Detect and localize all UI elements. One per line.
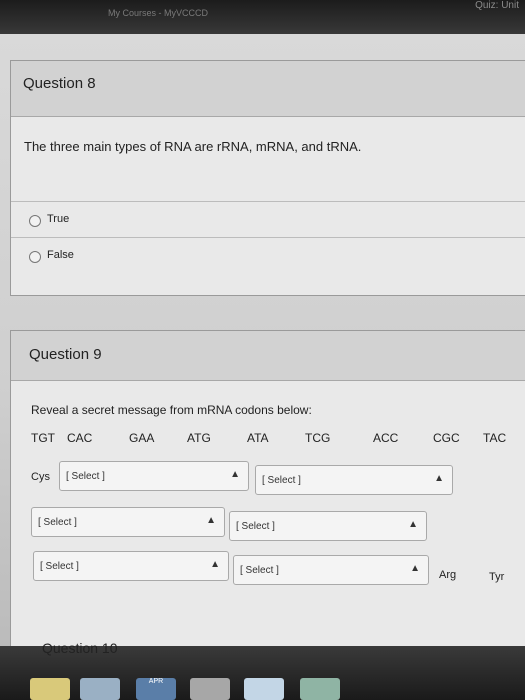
question-10-title: Question 10 [42,640,118,656]
question-8-card: Question 8 The three main types of RNA a… [10,60,525,296]
updown-chevron-icon: ▲︎ [434,473,444,484]
app-icon[interactable] [190,678,230,700]
updown-chevron-icon: ▲︎ [206,515,216,526]
question-9-prompt: Reveal a secret message from mRNA codons… [31,403,312,417]
label-cys: Cys [31,471,50,483]
codon: ATA [247,431,269,445]
app-icon[interactable] [244,678,284,700]
select-dropdown[interactable]: [ Select ] ▲︎ [31,507,225,537]
codon: TCG [305,431,331,445]
codon: ATG [187,431,211,445]
select-placeholder: [ Select ] [236,521,275,532]
question-8-title: Question 8 [11,61,525,117]
app-icon[interactable] [300,678,340,700]
codon: GAA [129,431,155,445]
select-placeholder: [ Select ] [66,471,105,482]
option-true-label: True [47,213,70,225]
select-placeholder: [ Select ] [240,565,279,576]
updown-chevron-icon: ▲︎ [210,559,220,570]
option-true[interactable]: True [11,201,525,237]
select-dropdown[interactable]: [ Select ] ▲︎ [255,465,453,495]
select-placeholder: [ Select ] [40,561,79,572]
select-dropdown[interactable]: [ Select ] ▲︎ [229,511,427,541]
option-false-label: False [47,249,74,261]
radio-true[interactable] [29,215,41,227]
option-false[interactable]: False [11,237,525,273]
app-icon[interactable] [30,678,70,700]
codon: ACC [373,431,399,445]
quiz-page: Question 8 The three main types of RNA a… [0,34,525,700]
app-icon[interactable] [80,678,120,700]
select-dropdown[interactable]: [ Select ] ▲︎ [59,461,249,491]
browser-top-bar: My Courses - MyVCCCD Quiz: Unit [0,0,525,36]
radio-false[interactable] [29,251,41,263]
question-9-title: Question 9 [11,331,525,381]
select-placeholder: [ Select ] [262,475,301,486]
updown-chevron-icon: ▲︎ [230,469,240,480]
label-tyr: Tyr [489,571,505,583]
codon: CGC [433,431,460,445]
updown-chevron-icon: ▲︎ [410,563,420,574]
codon: TGT [31,431,55,445]
updown-chevron-icon: ▲︎ [408,519,418,530]
calendar-label: APR [148,678,164,685]
browser-nav-text[interactable]: My Courses - MyVCCCD [108,8,208,18]
select-placeholder: [ Select ] [38,517,77,528]
select-dropdown[interactable]: [ Select ] ▲︎ [33,551,229,581]
question-8-text: The three main types of RNA are rRNA, mR… [24,139,362,154]
codon: TAC [483,431,507,445]
calendar-icon[interactable]: APR [136,678,176,700]
label-arg: Arg [439,569,457,581]
codon: CAC [67,431,93,445]
select-dropdown[interactable]: [ Select ] ▲︎ [233,555,429,585]
browser-quiz-title: Quiz: Unit [475,0,519,11]
